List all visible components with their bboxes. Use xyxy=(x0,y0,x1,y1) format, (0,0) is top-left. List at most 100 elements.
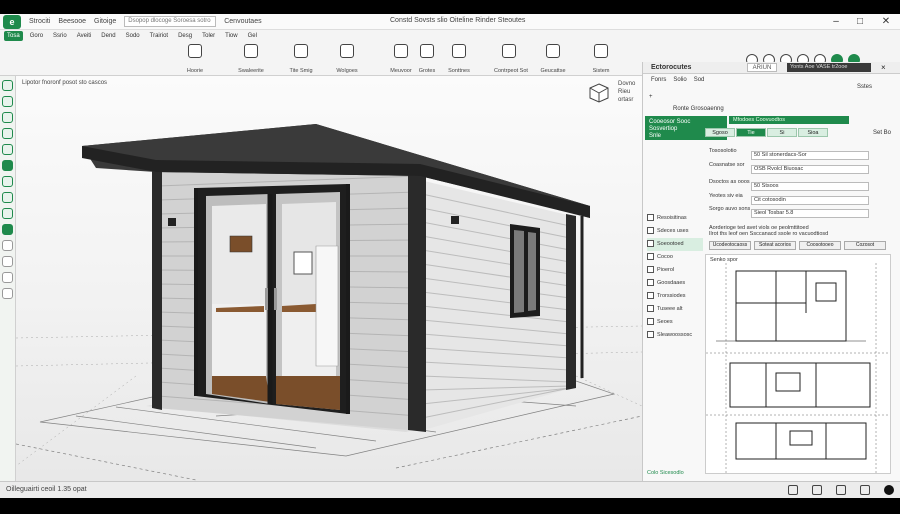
tool-gear-button[interactable]: Geucattse xyxy=(538,44,568,74)
minimize-icon[interactable]: – xyxy=(828,15,844,28)
eraser-icon[interactable] xyxy=(2,272,13,283)
panel-search[interactable]: ARIUN xyxy=(747,63,777,72)
ribbon-tab-4[interactable]: Aveiti xyxy=(74,31,95,41)
check-icon[interactable] xyxy=(2,240,13,251)
list-item[interactable]: Resoisitinas xyxy=(647,212,703,225)
ribbon-tab-8[interactable]: Desg xyxy=(175,31,195,41)
status-bar: Oilleguairti ceoil 1.35 opat xyxy=(0,481,900,498)
ribbon-tab-6[interactable]: Sodo xyxy=(123,31,143,41)
app-window: e Strociti Beesooe Gitoige Dsopop dlocog… xyxy=(0,14,900,498)
draw-tool-icon[interactable] xyxy=(2,128,13,139)
move-tool-icon[interactable] xyxy=(2,112,13,123)
gear-icon xyxy=(546,44,560,58)
list-item[interactable]: Pioerol xyxy=(647,264,703,277)
section-button-4[interactable]: Cozosot xyxy=(844,241,886,250)
house-model[interactable] xyxy=(16,76,642,481)
menu-item-2[interactable]: Beesooe xyxy=(58,18,86,25)
3d-viewport[interactable]: Lipotor fnoronf posot sto cascos Dovno R… xyxy=(16,76,642,481)
favorite-icon[interactable] xyxy=(2,224,13,235)
component-icon xyxy=(502,44,516,58)
sub-tab-2[interactable]: Tie xyxy=(736,128,766,137)
tool-system-button[interactable]: Sistem xyxy=(586,44,616,74)
item-icon xyxy=(647,214,654,222)
search-input[interactable]: Dsopop dlocoge Soroesa sotro xyxy=(124,16,217,27)
document-tab[interactable]: Cenvoutaes xyxy=(224,18,261,25)
close-icon[interactable]: ✕ xyxy=(878,15,894,28)
floor-plans-view[interactable]: Senko spor xyxy=(705,254,891,474)
panel-tab-3[interactable]: Sod xyxy=(694,77,705,83)
layout-tool-icon[interactable] xyxy=(2,208,13,219)
layers-status-icon[interactable] xyxy=(836,485,846,495)
status-text: Oilleguairti ceoil 1.35 opat xyxy=(6,486,87,493)
grid-snap-icon[interactable] xyxy=(812,485,822,495)
ribbon-tab-10[interactable]: Tiow xyxy=(222,31,240,41)
maximize-icon[interactable]: □ xyxy=(852,15,868,28)
list-item[interactable]: Soeootoed xyxy=(647,238,703,251)
ribbon-tab-2[interactable]: Goro xyxy=(27,31,46,41)
record-icon[interactable] xyxy=(884,485,894,495)
tool-settings-button[interactable]: Sonttnes xyxy=(444,44,474,74)
item-icon xyxy=(647,253,654,261)
ribbon-tab-11[interactable]: Gel xyxy=(245,31,260,41)
ribbon-tab-1[interactable]: Tosa xyxy=(4,31,23,41)
properties-panel: Ectorocutes ARIUN Yonts Aoe VASE tr2ooe … xyxy=(642,62,900,481)
list-item[interactable]: Seoes xyxy=(647,316,703,329)
section-button-3[interactable]: Coosotooeo xyxy=(799,241,841,250)
tool-component-button[interactable]: Contrpeot Sot xyxy=(494,44,528,74)
section-button-1[interactable]: Ucodeotocaoss xyxy=(709,241,751,250)
paint-icon[interactable] xyxy=(2,256,13,267)
grid-tool-icon[interactable] xyxy=(2,192,13,203)
list-item[interactable]: Sleawoossosc xyxy=(647,329,703,342)
panel-footer: Colo Sicesodlo xyxy=(647,470,684,476)
tool-box-button[interactable]: Hoorie xyxy=(180,44,210,74)
ortho-icon[interactable] xyxy=(860,485,870,495)
shape-tool-icon[interactable] xyxy=(2,144,13,155)
tool-wall-button[interactable]: Swaleerite xyxy=(236,44,266,74)
cursor-icon[interactable] xyxy=(788,485,798,495)
ribbon-tab-3[interactable]: Ssrio xyxy=(50,31,70,41)
window-icon xyxy=(340,44,354,58)
menu-item-1[interactable]: Strociti xyxy=(29,18,50,25)
list-item[interactable]: Goosdaaes xyxy=(647,277,703,290)
rotate-tool-icon[interactable] xyxy=(2,96,13,107)
section-button-2[interactable]: Soteat acorios xyxy=(754,241,796,250)
component-sub-tabs: Sgoso Tie Si Sioa xyxy=(705,128,829,137)
app-logo[interactable]: e xyxy=(3,14,21,29)
ribbon-tab-9[interactable]: Toler xyxy=(199,31,218,41)
item-icon xyxy=(647,292,654,300)
tool-window-button[interactable]: Wolgoes xyxy=(332,44,362,74)
tree-root[interactable]: Ronte Grosoaenng xyxy=(673,104,724,114)
offset-tool-icon[interactable] xyxy=(2,176,13,187)
tool-group-button[interactable]: Grotes xyxy=(412,44,442,74)
panel-header: Ectorocutes ARIUN Yonts Aoe VASE tr2ooe … xyxy=(643,62,900,74)
select-tool-icon[interactable] xyxy=(2,80,13,91)
panel-close-icon[interactable]: × xyxy=(881,63,886,72)
sub-tab-3[interactable]: Si xyxy=(767,128,797,137)
add-icon[interactable]: + xyxy=(649,92,653,102)
list-item[interactable]: Cocoo xyxy=(647,251,703,264)
tile-icon xyxy=(294,44,308,58)
property-row[interactable]: Yeotes siv eiaCit cotosodin xyxy=(709,191,889,206)
list-item[interactable]: Tuseee alt xyxy=(647,303,703,316)
list-item[interactable]: Sdeces uses xyxy=(647,225,703,238)
component-bar[interactable]: Mfodoes Coovuodtos xyxy=(729,116,849,124)
ribbon-tab-5[interactable]: Dend xyxy=(98,31,118,41)
ribbon-tabs: Tosa Goro Ssrio Aveiti Dend Sodo Trairio… xyxy=(0,30,260,42)
list-item[interactable]: Trorssiodes xyxy=(647,290,703,303)
tool-tile-button[interactable]: Tite Smig xyxy=(286,44,316,74)
sub-tab-4[interactable]: Sioa xyxy=(798,128,828,137)
property-row[interactable]: Dsoctos as ooos50 Stsoos xyxy=(709,177,889,192)
menu-item-3[interactable]: Gitoige xyxy=(94,18,116,25)
push-pull-tool-icon[interactable] xyxy=(2,160,13,171)
panel-tab-1[interactable]: Fonrs xyxy=(651,77,666,83)
property-row[interactable]: Sorgo auvo sonsSieol Tosbar 5.8 xyxy=(709,204,889,219)
view-cube-icon[interactable] xyxy=(588,82,610,104)
property-row[interactable]: Coasnatse sorOSB Rvolcl Biuosac xyxy=(709,160,889,175)
panel-tab-2[interactable]: Solio xyxy=(673,77,686,83)
panel-command-field[interactable]: Yonts Aoe VASE tr2ooe xyxy=(787,63,871,72)
property-row[interactable]: Tososolotio50 Sil stonerdacs-Sor xyxy=(709,146,889,161)
right-value-1: Set Bo xyxy=(873,130,892,136)
sub-tab-1[interactable]: Sgoso xyxy=(705,128,735,137)
ribbon-tab-7[interactable]: Trairiot xyxy=(147,31,171,41)
page-icon[interactable] xyxy=(2,288,13,299)
